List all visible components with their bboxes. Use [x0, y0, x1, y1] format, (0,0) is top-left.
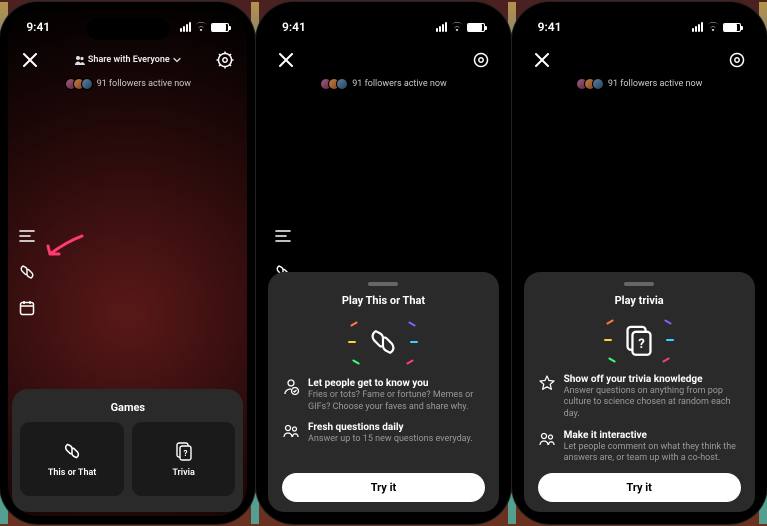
phone-frame-3: 9:41 91 followers active now Play trivia — [512, 2, 767, 524]
signal-icon — [180, 22, 191, 32]
status-time: 9:41 — [538, 20, 562, 34]
detail-sheet-title: Play This or That — [282, 294, 485, 307]
gear-icon — [216, 51, 234, 69]
sheet-grabber[interactable] — [368, 282, 398, 286]
signal-icon — [436, 22, 447, 32]
hero-illustration — [282, 315, 485, 369]
feature-desc: Answer up to 15 new questions everyday. — [308, 434, 473, 444]
star-icon — [538, 374, 556, 392]
avatar-stack — [65, 78, 93, 90]
feature-row: Show off your trivia knowledge Answer qu… — [538, 373, 741, 421]
chevron-down-icon — [173, 56, 181, 64]
wifi-icon — [194, 22, 208, 32]
try-it-button[interactable]: Try it — [282, 473, 485, 502]
active-followers-row[interactable]: 91 followers active now — [8, 78, 247, 90]
status-time: 9:41 — [282, 20, 306, 34]
settings-button[interactable] — [725, 48, 749, 72]
feature-title: Make it interactive — [564, 429, 741, 442]
battery-icon — [723, 23, 741, 32]
games-tool-button[interactable] — [16, 261, 38, 283]
phone-frame-2: 9:41 91 followers active now — [256, 2, 511, 524]
active-followers-label: 91 followers active now — [97, 79, 192, 89]
close-icon[interactable] — [274, 48, 298, 72]
people-icon — [282, 422, 300, 440]
game-card-trivia[interactable]: ? Trivia — [132, 422, 236, 496]
wifi-icon — [706, 22, 720, 32]
person-check-icon — [282, 378, 300, 396]
phone-frame-1: 9:41 Share with Everyone 91 followers — [0, 2, 255, 524]
games-bottom-sheet: Games This or That ? Trivia — [12, 389, 243, 512]
avatar-stack — [576, 78, 604, 90]
dynamic-island — [342, 18, 424, 40]
annotation-arrow — [44, 232, 84, 266]
sheet-grabber[interactable] — [624, 282, 654, 286]
gear-icon — [472, 51, 490, 69]
feature-desc: Fries or tots? Fame or fortune? Memes or… — [308, 390, 473, 412]
active-followers-label: 91 followers active now — [608, 79, 703, 89]
feature-row: Make it interactive Let people comment o… — [538, 429, 741, 465]
trivia-icon: ? — [173, 440, 195, 462]
feature-row: Fresh questions daily Answer up to 15 ne… — [282, 421, 485, 446]
status-time: 9:41 — [26, 20, 50, 34]
settings-button[interactable] — [469, 48, 493, 72]
feature-desc: Answer questions on anything from pop cu… — [564, 386, 731, 419]
settings-button[interactable] — [213, 48, 237, 72]
feature-desc: Let people comment on what they think th… — [564, 442, 736, 464]
close-icon[interactable] — [530, 48, 554, 72]
game-card-this-or-that[interactable]: This or That — [20, 422, 124, 496]
feature-title: Fresh questions daily — [308, 421, 473, 434]
dynamic-island — [598, 18, 680, 40]
game-card-label: Trivia — [172, 468, 194, 478]
feature-title: Let people get to know you — [308, 377, 485, 390]
people-icon — [75, 55, 85, 65]
text-tool-button[interactable] — [272, 225, 294, 247]
active-followers-row[interactable]: 91 followers active now — [520, 78, 759, 90]
game-card-label: This or That — [48, 468, 97, 478]
avatar-stack — [320, 78, 348, 90]
active-followers-label: 91 followers active now — [352, 79, 447, 89]
people-icon — [538, 430, 556, 448]
battery-icon — [211, 23, 229, 32]
games-sheet-title: Games — [12, 389, 243, 422]
text-tool-button[interactable] — [16, 225, 38, 247]
battery-icon — [467, 23, 485, 32]
hero-illustration: ? — [538, 315, 741, 365]
wifi-icon — [450, 22, 464, 32]
calendar-tool-button[interactable] — [16, 297, 38, 319]
this-or-that-detail-sheet: Play This or That Let people get to k — [268, 272, 499, 512]
detail-sheet-title: Play trivia — [538, 294, 741, 307]
share-audience-label: Share with Everyone — [88, 55, 170, 65]
trivia-detail-sheet: Play trivia ? Show off your trivia kno — [524, 272, 755, 512]
close-icon[interactable] — [18, 48, 42, 72]
feature-row: Let people get to know you Fries or tots… — [282, 377, 485, 413]
gear-icon — [728, 51, 746, 69]
try-it-button[interactable]: Try it — [538, 473, 741, 502]
signal-icon — [692, 22, 703, 32]
svg-text:?: ? — [183, 449, 187, 458]
dynamic-island — [87, 18, 169, 40]
this-or-that-icon — [61, 440, 83, 462]
share-audience-selector[interactable]: Share with Everyone — [75, 55, 181, 65]
feature-title: Show off your trivia knowledge — [564, 373, 741, 386]
active-followers-row[interactable]: 91 followers active now — [264, 78, 503, 90]
